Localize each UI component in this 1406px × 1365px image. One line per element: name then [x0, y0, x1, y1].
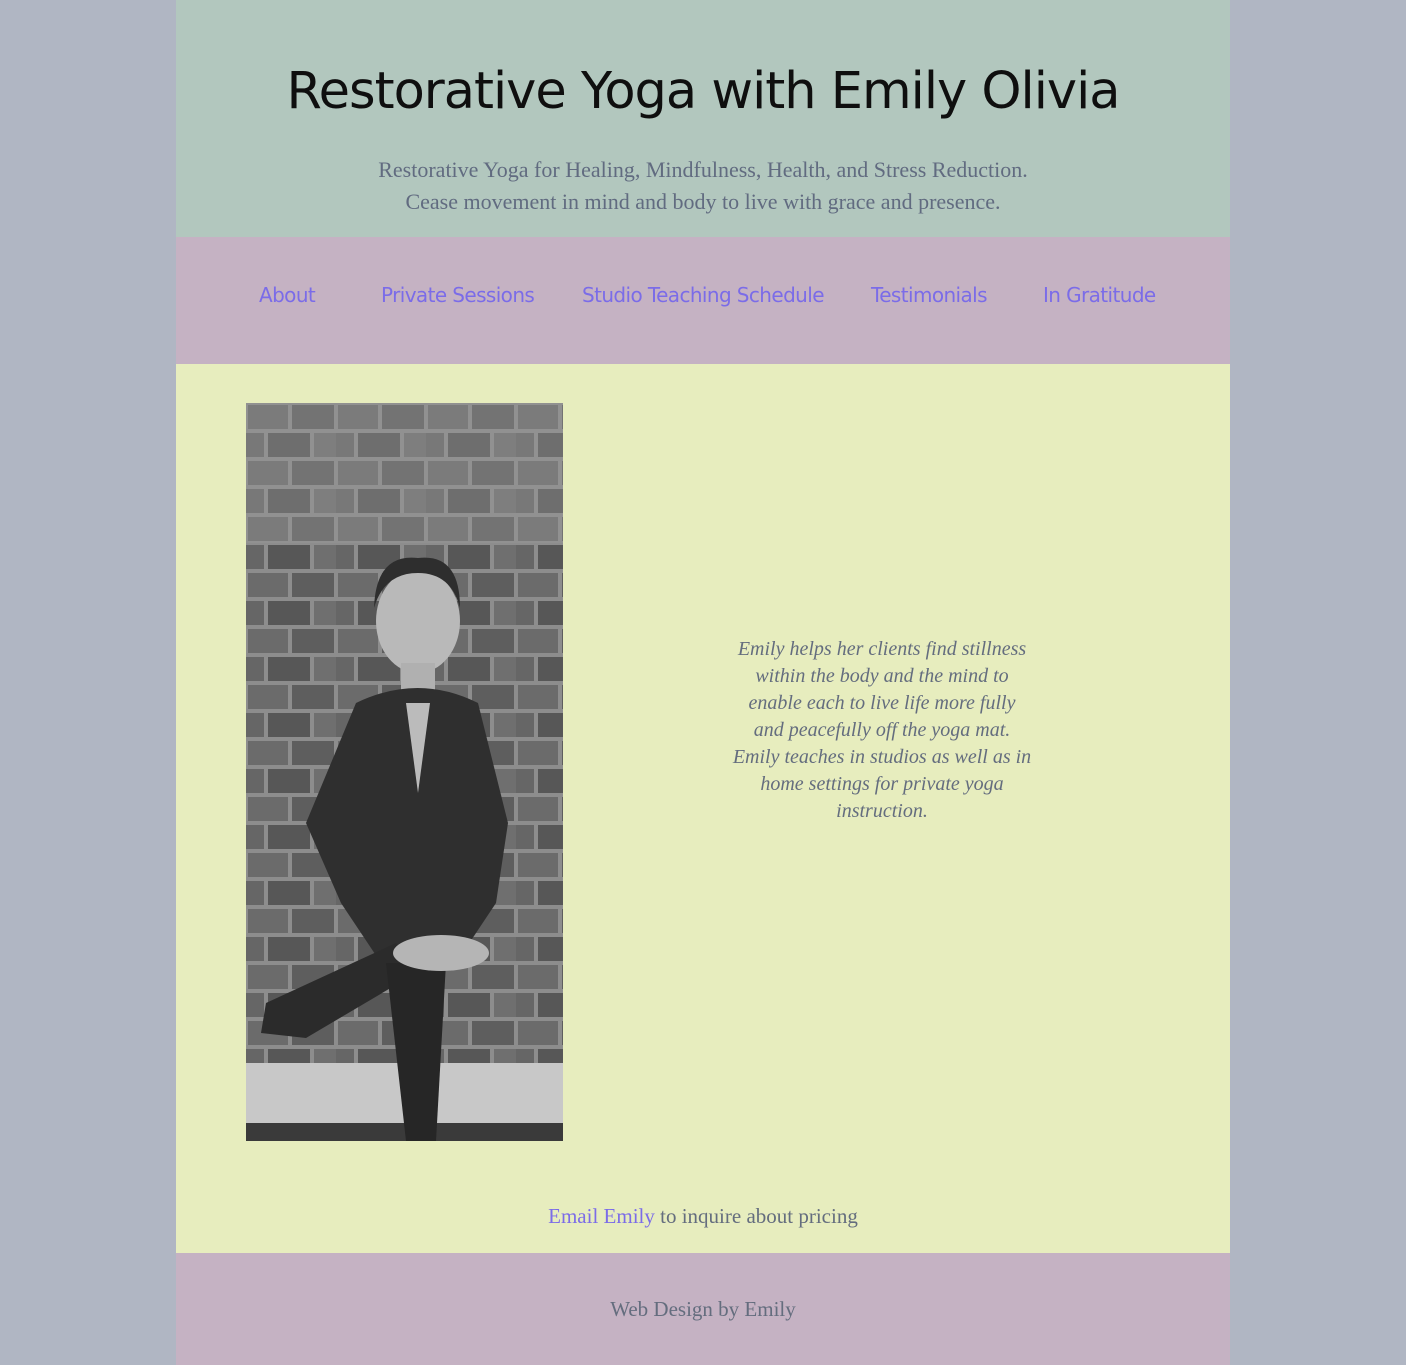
nav-item-private-sessions[interactable]: Private Sessions [381, 283, 535, 307]
page-container: Restorative Yoga with Emily Olivia Resto… [176, 0, 1230, 1365]
site-header: Restorative Yoga with Emily Olivia Resto… [176, 0, 1230, 237]
site-tagline: Restorative Yoga for Healing, Mindfulnes… [176, 154, 1230, 218]
main-content: Emily helps her clients find stillness w… [176, 364, 1230, 1253]
nav-item-studio-teaching-schedule[interactable]: Studio Teaching Schedule [582, 283, 825, 307]
nav-item-in-gratitude[interactable]: In Gratitude [1043, 283, 1156, 307]
tagline-line-2: Cease movement in mind and body to live … [405, 189, 1001, 214]
profile-photo [246, 403, 563, 1141]
main-nav: About Private Sessions Studio Teaching S… [176, 237, 1230, 364]
pricing-inquiry: Email Emily to inquire about pricing [176, 1204, 1230, 1229]
footer-credit: Web Design by Emily [610, 1297, 796, 1321]
bio-text: Emily helps her clients find stillness w… [732, 638, 1032, 822]
email-emily-link[interactable]: Email Emily [548, 1204, 655, 1228]
site-title[interactable]: Restorative Yoga with Emily Olivia [176, 62, 1230, 121]
nav-item-about[interactable]: About [259, 283, 316, 307]
pricing-inquiry-text: to inquire about pricing [654, 1204, 858, 1228]
yoga-pose-photo-image [246, 403, 563, 1141]
nav-item-testimonials[interactable]: Testimonials [871, 283, 988, 307]
site-footer: Web Design by Emily [176, 1253, 1230, 1365]
tagline-line-1: Restorative Yoga for Healing, Mindfulnes… [378, 157, 1028, 182]
